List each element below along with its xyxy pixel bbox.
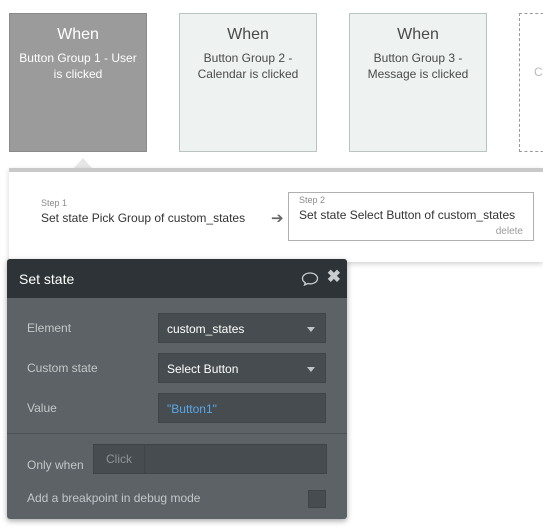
custom-state-row: Custom state Select Button (7, 353, 347, 385)
step-number: Step 2 (299, 195, 326, 205)
element-label: Element (27, 321, 72, 335)
value-row: Value "Button1" (7, 393, 347, 425)
event-description: Button Group 3 - Message is clicked (367, 51, 469, 81)
breakpoint-label: Add a breakpoint in debug mode (27, 491, 201, 505)
event-card-add-new[interactable]: Cl (519, 13, 543, 152)
chevron-down-icon (307, 327, 315, 332)
custom-state-label: Custom state (27, 361, 98, 375)
panel-title: Set state (19, 271, 75, 287)
value-label: Value (27, 401, 57, 415)
panel-divider (7, 433, 347, 434)
only-when-input[interactable]: Click (93, 444, 327, 474)
element-dropdown[interactable]: custom_states (158, 313, 326, 343)
step-number: Step 1 (41, 198, 68, 208)
step-label: Set state Select Button of custom_states (299, 208, 516, 222)
step-1[interactable]: Step 1 Set state Pick Group of custom_st… (41, 198, 245, 226)
panel-header: Set state ✖ (7, 259, 347, 298)
step-label: Set state Pick Group of custom_states (41, 211, 246, 225)
event-when-label: When (397, 26, 439, 43)
event-card-button-group-3[interactable]: When Button Group 3 - Message is clicked (349, 13, 487, 152)
arrow-right-icon: ➔ (271, 210, 284, 227)
chevron-down-icon (307, 367, 315, 372)
event-when-label: When (57, 26, 99, 43)
event-description: Button Group 2 - Calendar is clicked (197, 51, 299, 81)
event-description: Cl (534, 65, 543, 79)
event-when-label: When (227, 26, 269, 43)
breakpoint-checkbox[interactable] (308, 490, 326, 508)
step-2[interactable]: Step 2 Set state Select Button of custom… (288, 192, 534, 241)
event-card-button-group-2[interactable]: When Button Group 2 - Calendar is clicke… (179, 13, 317, 152)
delete-step-link[interactable]: delete (496, 226, 523, 237)
event-card-button-group-1[interactable]: When Button Group 1 - User is clicked (9, 13, 147, 152)
event-description: Button Group 1 - User is clicked (19, 51, 137, 81)
close-icon[interactable]: ✖ (327, 268, 341, 286)
custom-state-dropdown[interactable]: Select Button (158, 353, 326, 383)
only-when-placeholder: Click (94, 445, 145, 473)
custom-state-value: Select Button (167, 362, 239, 376)
selected-event-caret (74, 158, 92, 168)
element-value: custom_states (167, 322, 245, 336)
value-input[interactable]: "Button1" (158, 393, 326, 423)
comment-icon[interactable] (301, 272, 319, 286)
only-when-label: Only when (27, 458, 84, 472)
set-state-panel: Set state ✖ Element custom_states Custom… (7, 259, 347, 519)
element-row: Element custom_states (7, 313, 347, 345)
breakpoint-row: Add a breakpoint in debug mode (7, 490, 347, 519)
workflow-steps-bar: Step 1 Set state Pick Group of custom_st… (9, 168, 543, 262)
